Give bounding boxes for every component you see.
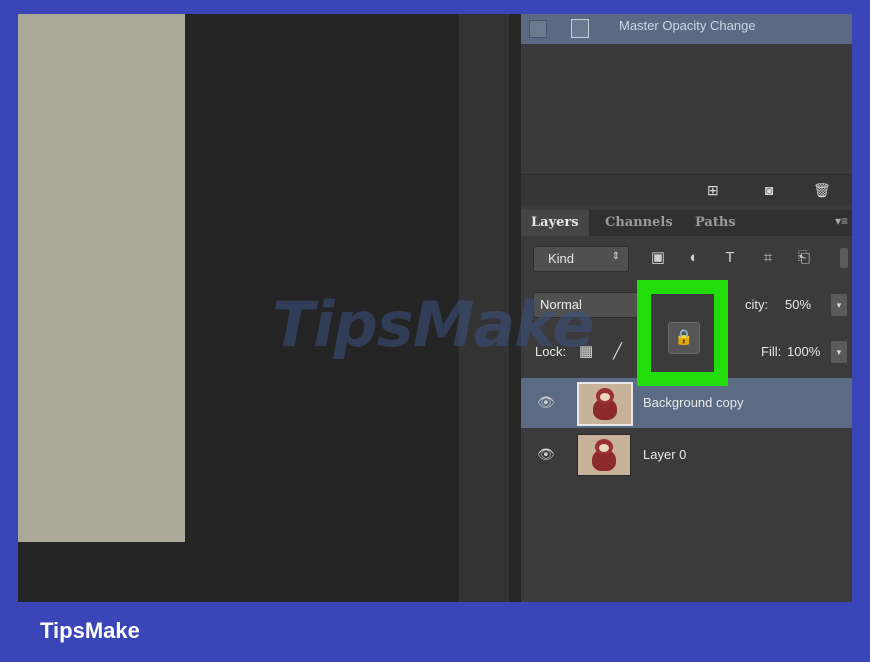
layers-tabs: Layers Channels Paths ▾≡ [521, 210, 852, 236]
fill-label: Fill: [761, 344, 782, 359]
layer-thumbnail [577, 434, 631, 476]
history-list-area [521, 44, 852, 174]
kind-filter-select[interactable]: Kind ⇕ [533, 246, 629, 272]
brand-banner: TipsMake [40, 618, 140, 643]
opacity-value[interactable]: 50% [785, 297, 811, 312]
tab-layers[interactable]: Layers [521, 210, 589, 236]
tab-channels[interactable]: Channels [595, 210, 683, 236]
opacity-label: city: [745, 297, 769, 312]
filter-toggle[interactable] [840, 248, 848, 268]
trash-icon[interactable]: 🗑 [813, 182, 831, 199]
kind-filter-label: Kind [548, 251, 575, 266]
layer-thumbnail [577, 382, 633, 426]
layer-filter-row: Kind ⇕ ▣ ◐ T ⌗ ⎗ [521, 242, 852, 274]
opacity-dropdown-icon[interactable]: ▾ [831, 294, 847, 316]
fill-dropdown-icon[interactable]: ▾ [831, 341, 847, 363]
history-state-icon [571, 19, 589, 38]
new-document-icon[interactable]: ⊞ [707, 182, 719, 199]
history-item[interactable]: Master Opacity Change [521, 14, 852, 44]
visibility-eye-icon[interactable]: 👁 [537, 446, 555, 463]
type-filter-icon[interactable]: T [719, 247, 741, 269]
history-item-label: Master Opacity Change [619, 18, 756, 33]
fill-value[interactable]: 100% [787, 344, 820, 359]
lock-icon[interactable]: 🔒 [668, 322, 700, 354]
watermark: TipsMake [272, 288, 594, 361]
history-toolbar: ⊞ ◙ 🗑 [521, 174, 852, 205]
visibility-eye-icon[interactable]: 👁 [537, 394, 555, 411]
chevron-updown-icon: ⇕ [611, 251, 620, 262]
history-state-checkbox[interactable] [529, 20, 547, 38]
shape-filter-icon[interactable]: ⌗ [757, 247, 779, 269]
lock-image-pixels-icon[interactable]: ╱ [613, 342, 622, 360]
image-filter-icon[interactable]: ▣ [647, 247, 669, 269]
smart-object-filter-icon[interactable]: ⎗ [793, 247, 815, 269]
layer-row-layer-0[interactable]: 👁 Layer 0 [521, 430, 852, 480]
layer-name: Layer 0 [643, 447, 687, 462]
layer-name: Background copy [643, 395, 744, 410]
panel-menu-icon[interactable]: ▾≡ [835, 214, 848, 228]
camera-icon[interactable]: ◙ [765, 182, 773, 198]
adjustment-filter-icon[interactable]: ◐ [683, 247, 705, 269]
tab-paths[interactable]: Paths [685, 210, 746, 236]
document-canvas[interactable] [18, 14, 185, 542]
